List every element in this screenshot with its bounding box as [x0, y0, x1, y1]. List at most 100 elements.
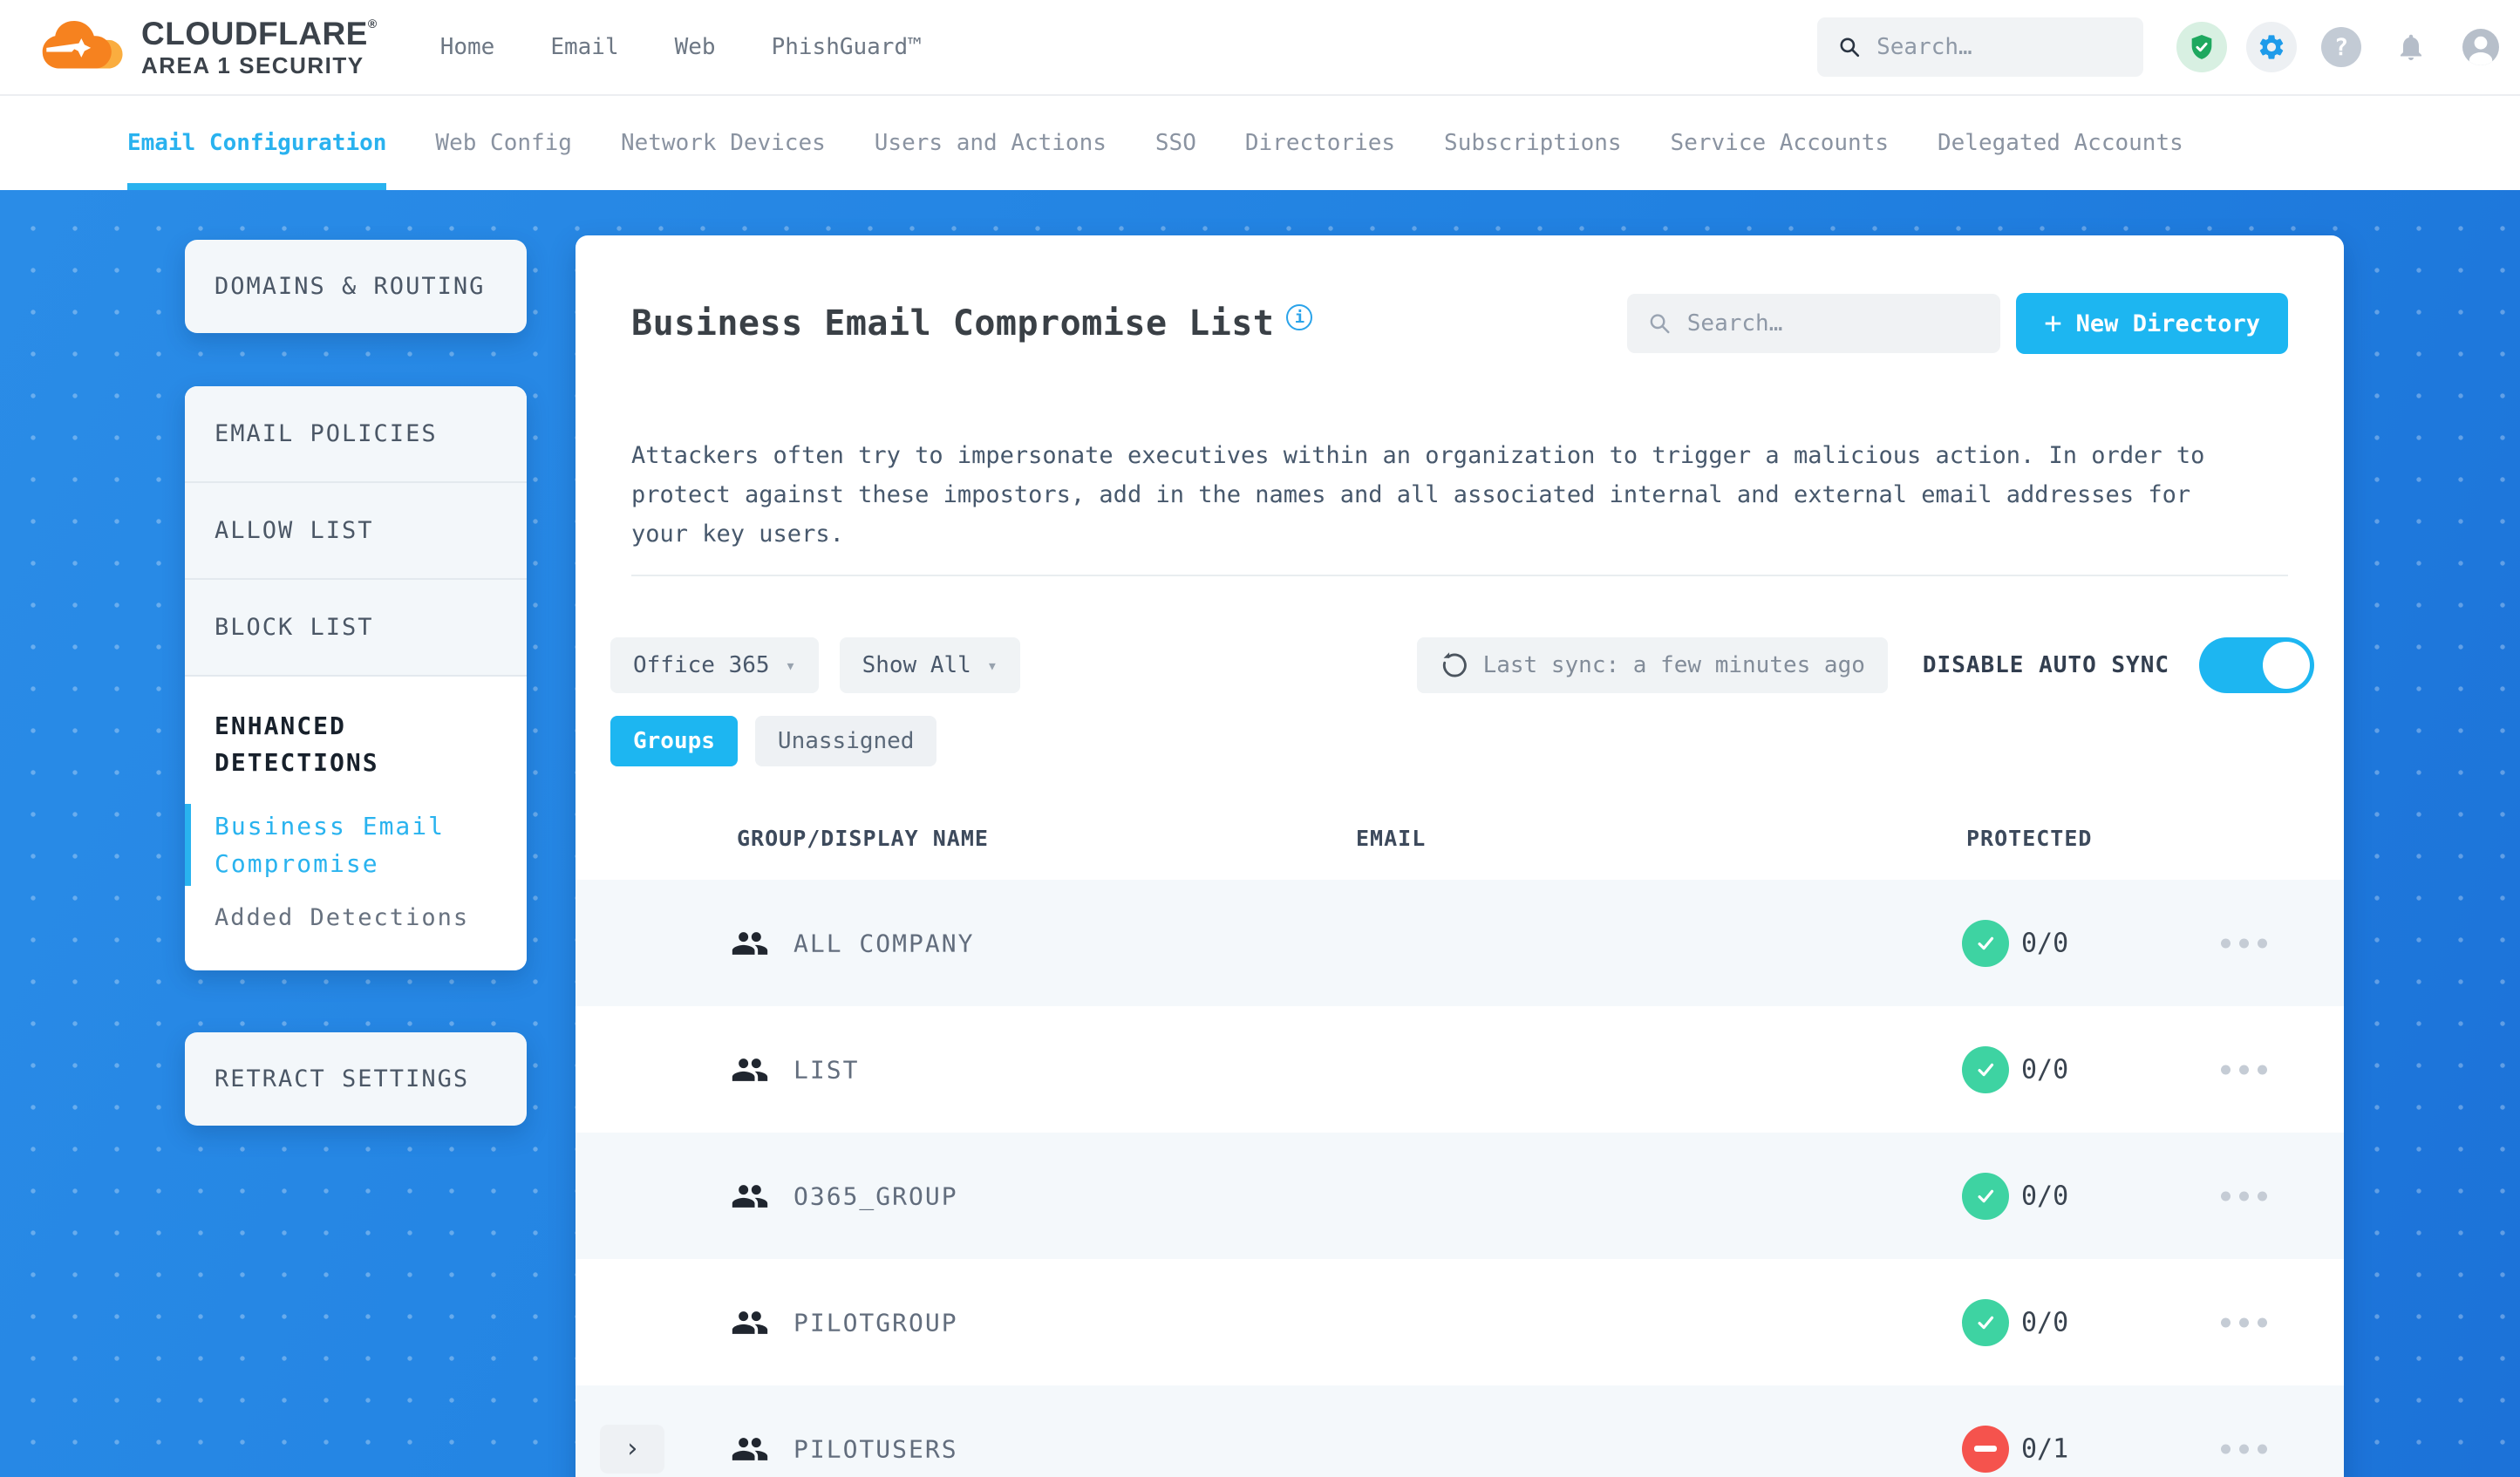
workspace-background: DOMAINS & ROUTING EMAIL POLICIES ALLOW L…	[0, 190, 2520, 1477]
section-divider	[631, 575, 2288, 576]
cloudflare-cloud-icon	[42, 21, 123, 69]
app-screen: CLOUDFLARE® AREA 1 SECURITY Home Email W…	[0, 0, 2520, 1477]
show-filter-value: Show All	[862, 652, 971, 678]
caret-down-icon: ▾	[986, 655, 998, 676]
shield-check-icon	[2191, 35, 2212, 59]
directory-search[interactable]	[1627, 294, 2001, 353]
nav-email[interactable]: Email	[550, 34, 618, 60]
column-email: EMAIL	[1356, 826, 1427, 851]
new-directory-button[interactable]: + New Directory	[2016, 293, 2288, 354]
protected-ok-icon	[1962, 919, 2009, 967]
top-bar: CLOUDFLARE® AREA 1 SECURITY Home Email W…	[0, 0, 2520, 96]
toggle-knob	[2263, 642, 2310, 689]
group-icon	[732, 1310, 768, 1334]
sidebar-item-label: BLOCK LIST	[215, 614, 374, 641]
tab-network-devices[interactable]: Network Devices	[621, 96, 826, 190]
search-icon	[1650, 314, 1670, 334]
nav-web[interactable]: Web	[675, 34, 716, 60]
protected-count: 0/0	[2021, 1181, 2069, 1211]
group-icon	[732, 1058, 768, 1081]
directory-type-value: Office 365	[633, 652, 770, 678]
row-menu-icon[interactable]	[2221, 1444, 2267, 1453]
sidebar-item-block-list[interactable]: BLOCK LIST	[185, 578, 527, 675]
brand-subtitle: AREA 1 SECURITY	[141, 52, 364, 78]
primary-nav: Home Email Web PhishGuard™	[440, 34, 922, 60]
auto-sync-toggle[interactable]	[2199, 637, 2314, 693]
chevron-right-icon: ›	[623, 1433, 641, 1464]
show-filter-dropdown[interactable]: Show All ▾	[839, 637, 1020, 693]
tab-delegated-accounts[interactable]: Delegated Accounts	[1938, 96, 2183, 190]
table-row: PILOTGROUP 0/0	[576, 1259, 2344, 1385]
tab-groups[interactable]: Groups	[610, 716, 738, 766]
expand-row-button[interactable]: ›	[600, 1424, 664, 1474]
group-icon	[732, 931, 768, 955]
search-icon	[1840, 37, 1860, 58]
tab-web-config[interactable]: Web Config	[435, 96, 572, 190]
sidebar-item-domains-routing[interactable]: DOMAINS & ROUTING	[185, 240, 527, 333]
sidebar-item-retract-settings[interactable]: RETRACT SETTINGS	[185, 1032, 527, 1126]
group-name: PILOTGROUP	[793, 1308, 958, 1337]
protected-ok-icon	[1962, 1298, 2009, 1346]
sidebar-item-enhanced-detections[interactable]: ENHANCED DETECTIONS	[215, 708, 497, 781]
secondary-nav: Email Configuration Web Config Network D…	[0, 96, 2520, 190]
row-menu-icon[interactable]	[2221, 938, 2267, 948]
global-search[interactable]	[1817, 17, 2143, 77]
column-group-display-name: GROUP/DISPLAY NAME	[737, 826, 989, 851]
auto-sync-label: DISABLE AUTO SYNC	[1922, 652, 2169, 678]
sidebar-item-allow-list[interactable]: ALLOW LIST	[185, 481, 527, 578]
tab-service-accounts[interactable]: Service Accounts	[1671, 96, 1889, 190]
tab-directories[interactable]: Directories	[1245, 96, 1395, 190]
topbar-right: ?	[1817, 17, 2520, 77]
table-row: ALL COMPANY 0/0	[576, 880, 2344, 1006]
tab-users-and-actions[interactable]: Users and Actions	[875, 96, 1107, 190]
info-icon[interactable]: i	[1286, 304, 1313, 330]
brand-name: CLOUDFLARE®	[141, 16, 378, 51]
sidebar-item-email-policies[interactable]: EMAIL POLICIES	[185, 386, 527, 481]
directory-search-input[interactable]	[1685, 310, 1980, 337]
settings-button[interactable]	[2246, 22, 2297, 72]
registered-mark: ®	[367, 17, 378, 31]
plus-icon: +	[2044, 306, 2062, 341]
notifications-button[interactable]	[2386, 22, 2436, 72]
sidebar-item-label: EMAIL POLICIES	[215, 420, 438, 447]
new-directory-label: New Directory	[2075, 310, 2260, 337]
last-sync-label: Last sync: a few minutes ago	[1482, 652, 1865, 678]
tab-subscriptions[interactable]: Subscriptions	[1444, 96, 1622, 190]
row-menu-icon[interactable]	[2221, 1191, 2267, 1201]
sidebar-item-added-detections[interactable]: Added Detections	[215, 902, 497, 933]
security-status-button[interactable]	[2176, 22, 2227, 72]
protected-blocked-icon	[1962, 1425, 2009, 1473]
sidebar-item-business-email-compromise[interactable]: Business Email Compromise	[185, 804, 497, 886]
help-icon: ?	[2321, 27, 2361, 67]
view-tabs: Groups Unassigned	[576, 716, 2344, 766]
nav-phishguard[interactable]: PhishGuard™	[772, 34, 922, 60]
row-menu-icon[interactable]	[2221, 1317, 2267, 1327]
column-protected: PROTECTED	[1966, 826, 2093, 851]
table-row: O365_GROUP 0/0	[576, 1133, 2344, 1259]
tab-sso[interactable]: SSO	[1155, 96, 1196, 190]
gear-icon	[2259, 35, 2284, 59]
row-menu-icon[interactable]	[2221, 1065, 2267, 1074]
protected-ok-icon	[1962, 1172, 2009, 1220]
table-header: GROUP/DISPLAY NAME EMAIL PROTECTED	[576, 813, 2344, 880]
last-sync-button[interactable]: Last sync: a few minutes ago	[1416, 637, 1888, 693]
table-row: › PILOTUSERS 0/1	[576, 1385, 2344, 1477]
group-name: ALL COMPANY	[793, 929, 975, 957]
help-button[interactable]: ?	[2316, 22, 2367, 72]
tab-email-configuration[interactable]: Email Configuration	[127, 96, 387, 190]
page-description: Attackers often try to impersonate execu…	[631, 442, 2205, 548]
account-button[interactable]	[2455, 22, 2506, 72]
tab-label: Email Configuration	[127, 130, 387, 156]
groups-table: GROUP/DISPLAY NAME EMAIL PROTECTED ALL C…	[576, 813, 2344, 1477]
caret-down-icon: ▾	[785, 655, 796, 676]
cloudflare-logo[interactable]: CLOUDFLARE® AREA 1 SECURITY	[0, 17, 378, 77]
panel-header: Business Email Compromise List i + New D…	[576, 235, 2344, 354]
sidebar: DOMAINS & ROUTING EMAIL POLICIES ALLOW L…	[185, 240, 527, 1126]
sidebar-item-label: RETRACT SETTINGS	[215, 1065, 470, 1092]
nav-home[interactable]: Home	[440, 34, 495, 60]
tab-unassigned[interactable]: Unassigned	[754, 716, 937, 766]
directory-type-dropdown[interactable]: Office 365 ▾	[610, 637, 819, 693]
refresh-icon	[1442, 652, 1467, 677]
table-row: LIST 0/0	[576, 1006, 2344, 1133]
global-search-input[interactable]	[1875, 33, 2122, 61]
